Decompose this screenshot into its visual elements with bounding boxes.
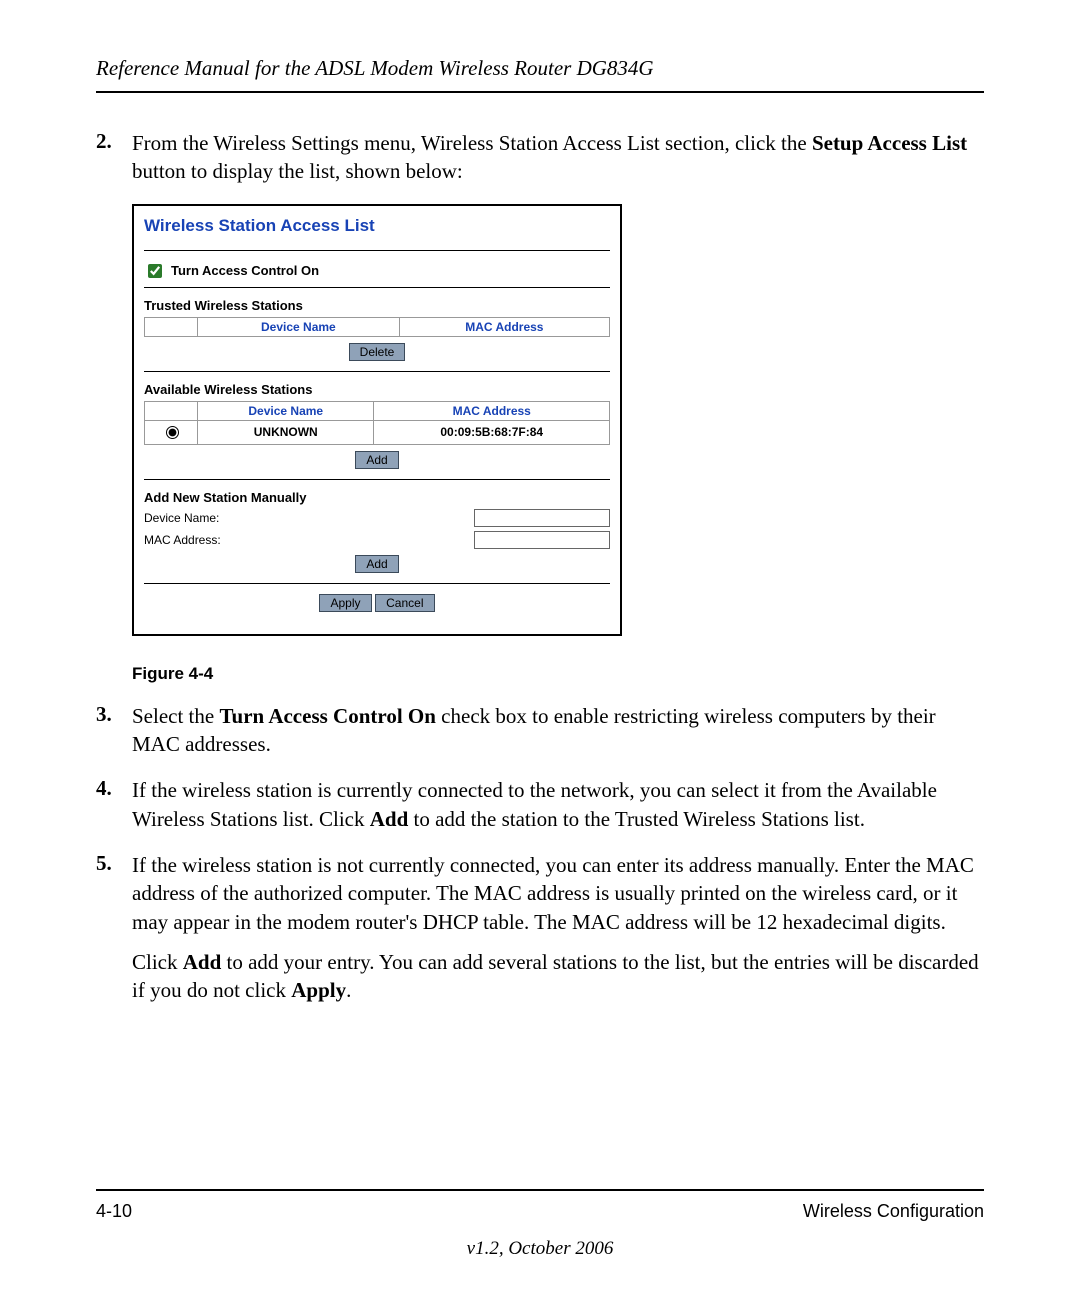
step-5-p2-a: Click	[132, 950, 183, 974]
router-panel-figure: Wireless Station Access List Turn Access…	[132, 204, 622, 636]
add-available-button[interactable]: Add	[355, 451, 398, 469]
add-manual-button[interactable]: Add	[355, 555, 398, 573]
cancel-button[interactable]: Cancel	[375, 594, 434, 612]
step-5-p1: If the wireless station is not currently…	[132, 851, 984, 936]
step-4-bold: Add	[370, 807, 409, 831]
available-stations-heading: Available Wireless Stations	[144, 382, 610, 397]
running-header: Reference Manual for the ADSL Modem Wire…	[96, 56, 984, 93]
step-5-p2-mid: to add your entry. You can add several s…	[132, 950, 979, 1002]
manual-device-label: Device Name:	[144, 511, 264, 525]
figure-caption: Figure 4-4	[132, 664, 984, 684]
section-name: Wireless Configuration	[803, 1201, 984, 1222]
step-2-text-a: From the Wireless Settings menu, Wireles…	[132, 131, 812, 155]
step-2-text-b: button to display the list, shown below:	[132, 159, 463, 183]
divider	[144, 371, 610, 372]
step-3-bold: Turn Access Control On	[219, 704, 435, 728]
available-col-device: Device Name	[198, 401, 374, 420]
step-3: 3. Select the Turn Access Control On che…	[96, 702, 984, 759]
trusted-col-mac: MAC Address	[399, 317, 609, 336]
step-4: 4. If the wireless station is currently …	[96, 776, 984, 833]
manual-mac-input[interactable]	[474, 531, 610, 549]
station-radio[interactable]	[166, 426, 179, 439]
access-control-label: Turn Access Control On	[171, 263, 319, 278]
apply-button[interactable]: Apply	[319, 594, 371, 612]
trusted-col-device: Device Name	[198, 317, 400, 336]
divider	[144, 250, 610, 251]
manual-mac-label: MAC Address:	[144, 533, 264, 547]
step-3-text-a: Select the	[132, 704, 219, 728]
station-device-name: UNKNOWN	[198, 420, 374, 444]
divider	[144, 583, 610, 584]
panel-title: Wireless Station Access List	[144, 216, 610, 236]
station-mac: 00:09:5B:68:7F:84	[374, 420, 610, 444]
page-footer: 4-10 Wireless Configuration	[96, 1189, 984, 1222]
version-line: v1.2, October 2006	[0, 1238, 1080, 1260]
step-2-bold: Setup Access List	[812, 131, 967, 155]
divider	[144, 287, 610, 288]
delete-button[interactable]: Delete	[349, 343, 406, 361]
step-5-p2-bold2: Apply	[291, 978, 346, 1002]
available-col-mac: MAC Address	[374, 401, 610, 420]
page-number: 4-10	[96, 1201, 132, 1222]
access-control-checkbox[interactable]	[148, 264, 162, 278]
step-3-number: 3.	[96, 702, 112, 726]
step-5: 5. If the wireless station is not curren…	[96, 851, 984, 1005]
step-4-text-b: to add the station to the Trusted Wirele…	[408, 807, 865, 831]
manual-device-input[interactable]	[474, 509, 610, 527]
table-row: UNKNOWN 00:09:5B:68:7F:84	[145, 420, 610, 444]
divider	[144, 479, 610, 480]
step-5-p2-after: .	[346, 978, 351, 1002]
step-5-number: 5.	[96, 851, 112, 875]
available-stations-table: Device Name MAC Address UNKNOWN 00:09:5B…	[144, 401, 610, 445]
trusted-stations-heading: Trusted Wireless Stations	[144, 298, 610, 313]
step-2: 2. From the Wireless Settings menu, Wire…	[96, 129, 984, 186]
step-5-p2-bold1: Add	[183, 950, 222, 974]
trusted-stations-table: Device Name MAC Address	[144, 317, 610, 337]
step-4-number: 4.	[96, 776, 112, 800]
step-2-number: 2.	[96, 129, 112, 153]
add-manually-heading: Add New Station Manually	[144, 490, 610, 505]
